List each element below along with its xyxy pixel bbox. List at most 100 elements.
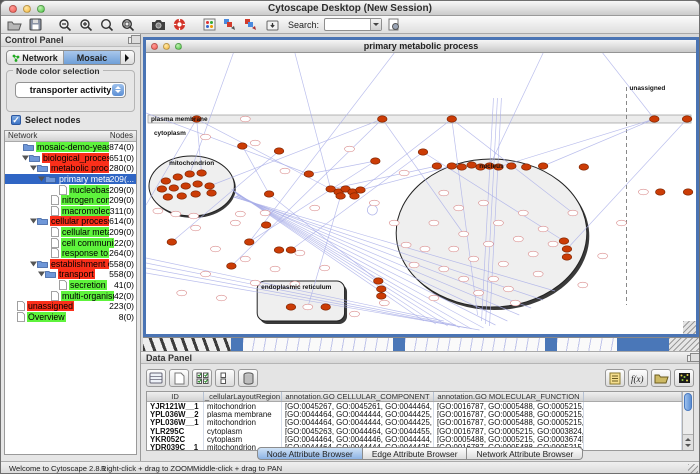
- network-node[interactable]: [244, 239, 254, 245]
- import-attributes-icon[interactable]: [651, 369, 671, 387]
- network-node[interactable]: [429, 295, 439, 301]
- tab-network-attribute-browser[interactable]: Network Attribute Browser: [467, 447, 583, 460]
- network-node[interactable]: [377, 286, 387, 292]
- help-icon[interactable]: [170, 17, 188, 32]
- tree-row[interactable]: transport558(0): [5, 269, 136, 280]
- network-node[interactable]: [568, 210, 578, 216]
- network-node[interactable]: [235, 211, 245, 217]
- snapshot-icon[interactable]: [149, 17, 167, 32]
- float-panel-icon[interactable]: [687, 355, 695, 362]
- network-node[interactable]: [474, 290, 484, 296]
- network-node[interactable]: [548, 241, 558, 247]
- network-node[interactable]: [161, 178, 171, 184]
- select-stepper-icon[interactable]: [112, 84, 124, 96]
- network-node[interactable]: [167, 239, 177, 245]
- select-attributes-icon[interactable]: [192, 369, 212, 387]
- network-node[interactable]: [449, 246, 459, 252]
- network-node[interactable]: [409, 262, 419, 268]
- network-node[interactable]: [191, 225, 201, 231]
- network-node[interactable]: [493, 220, 503, 226]
- network-node[interactable]: [459, 231, 469, 237]
- network-node[interactable]: [369, 200, 379, 206]
- network-node[interactable]: [169, 185, 179, 191]
- network-node[interactable]: [579, 164, 589, 170]
- network-node[interactable]: [304, 171, 314, 177]
- network-node[interactable]: [274, 247, 284, 253]
- column-header[interactable]: annotation.GO MOLECULAR_FUNCTION: [434, 392, 584, 401]
- network-node[interactable]: [230, 220, 240, 226]
- network-node[interactable]: [650, 116, 660, 122]
- plugin-manager-icon[interactable]: [200, 17, 218, 32]
- network-node[interactable]: [216, 295, 226, 301]
- network-node[interactable]: [420, 246, 430, 252]
- background-window-fragment[interactable]: [143, 338, 231, 352]
- network-node[interactable]: [454, 205, 464, 211]
- network-node[interactable]: [171, 211, 181, 217]
- tab-edge-attribute-browser[interactable]: Edge Attribute Browser: [363, 447, 468, 460]
- more-tabs-icon[interactable]: [121, 51, 134, 64]
- network-node[interactable]: [528, 251, 538, 257]
- network-node[interactable]: [240, 116, 250, 122]
- float-panel-icon[interactable]: [128, 37, 136, 44]
- network-node[interactable]: [227, 263, 237, 269]
- network-node[interactable]: [521, 164, 531, 170]
- network-node[interactable]: [503, 286, 513, 292]
- attribute-list-icon[interactable]: [605, 369, 625, 387]
- tree-row[interactable]: metabolic process280(0): [5, 163, 136, 174]
- zoom-out-icon[interactable]: [56, 17, 74, 32]
- network-node[interactable]: [260, 210, 270, 216]
- network-node[interactable]: [207, 190, 217, 196]
- network-node[interactable]: [321, 304, 331, 310]
- network-node[interactable]: [399, 170, 409, 176]
- network-node[interactable]: [310, 205, 320, 211]
- network-node[interactable]: [264, 191, 274, 197]
- network-node[interactable]: [459, 276, 469, 282]
- network-node[interactable]: [682, 116, 692, 122]
- zoom-fit-icon[interactable]: [119, 17, 137, 32]
- tree-row[interactable]: cell communicat22(0): [5, 237, 136, 248]
- delete-attribute-icon[interactable]: [238, 369, 258, 387]
- network-node[interactable]: [193, 181, 203, 187]
- tree-row[interactable]: cellular process614(0): [5, 216, 136, 227]
- network-node[interactable]: [374, 278, 384, 284]
- network-node[interactable]: [211, 246, 221, 252]
- network-node[interactable]: [498, 261, 508, 267]
- network-node[interactable]: [447, 163, 457, 169]
- network-node[interactable]: [173, 174, 183, 180]
- network-node[interactable]: [377, 293, 387, 299]
- network-node[interactable]: [533, 271, 543, 277]
- column-header[interactable]: ID: [147, 392, 204, 401]
- table-row[interactable]: YJR121W__1mitochondrion[GO:0045267, GO:0…: [147, 402, 682, 410]
- expander-icon[interactable]: [21, 155, 29, 161]
- background-window-fragment[interactable]: [243, 338, 393, 352]
- network-node[interactable]: [201, 271, 211, 277]
- tab-node-attribute-browser[interactable]: Node Attribute Browser: [257, 447, 363, 460]
- network-node[interactable]: [638, 189, 648, 195]
- attribute-matrix-icon[interactable]: [674, 369, 694, 387]
- search-dropdown-icon[interactable]: [370, 19, 381, 30]
- import-network-icon[interactable]: [263, 17, 281, 32]
- formula-fx-icon[interactable]: f(x): [628, 369, 648, 387]
- scrollbar-thumb[interactable]: [684, 393, 692, 411]
- network-node[interactable]: [163, 194, 173, 200]
- annotation-delete-icon[interactable]: [242, 17, 260, 32]
- network-node[interactable]: [261, 222, 271, 228]
- view-resize-grip[interactable]: [683, 321, 696, 334]
- table-scrollbar[interactable]: [682, 392, 693, 450]
- network-node[interactable]: [270, 266, 280, 272]
- network-node[interactable]: [598, 253, 608, 259]
- network-node[interactable]: [345, 146, 355, 152]
- network-node[interactable]: [371, 158, 381, 164]
- network-node[interactable]: [389, 220, 399, 226]
- network-node[interactable]: [467, 162, 477, 168]
- tree-row[interactable]: response to stimulu264(0): [5, 248, 136, 259]
- network-node[interactable]: [401, 242, 411, 248]
- attribute-table-header[interactable]: ID_cellularLayoutRegionannotation.GO CEL…: [147, 392, 682, 402]
- network-node[interactable]: [350, 193, 360, 199]
- tree-row[interactable]: multi-organism pro42(0): [5, 290, 136, 301]
- network-canvas[interactable]: plasma membranecytoplasmmitochondrionnuc…: [146, 53, 696, 334]
- column-header[interactable]: _cellularLayoutRegion: [204, 392, 282, 401]
- network-node[interactable]: [250, 140, 260, 146]
- search-options-icon[interactable]: [385, 17, 403, 32]
- zoom-selected-icon[interactable]: [98, 17, 116, 32]
